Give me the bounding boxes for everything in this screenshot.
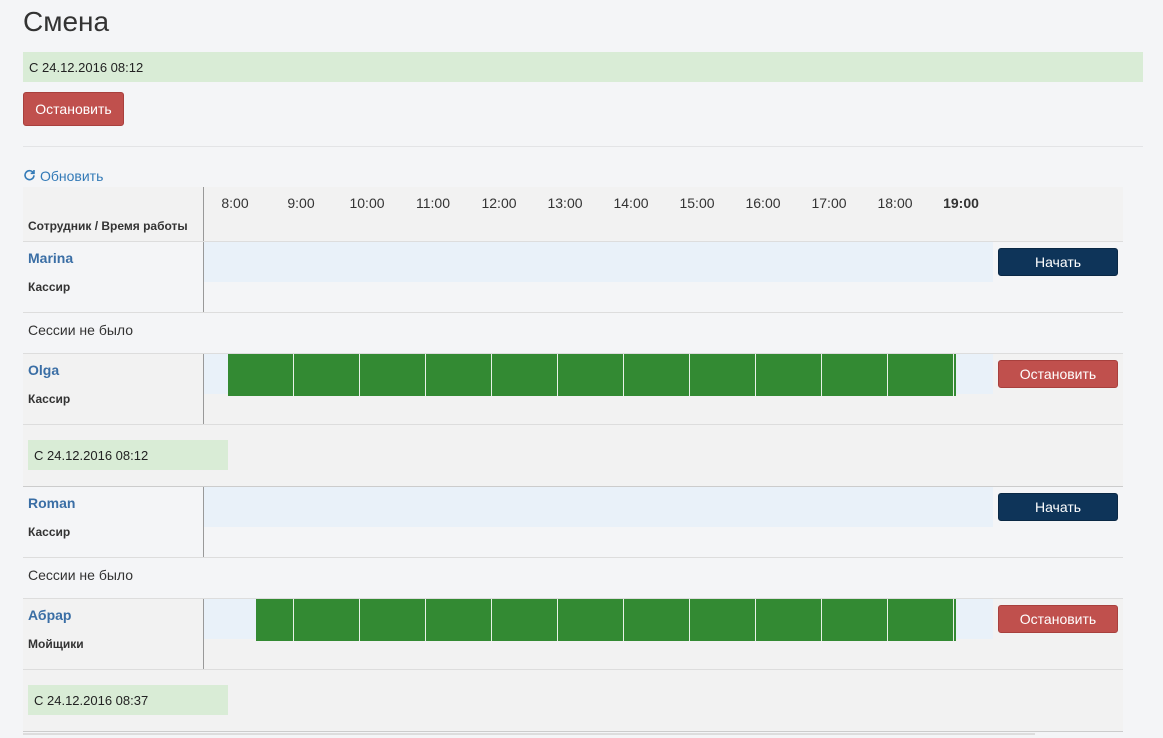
session-hour-segment [624,354,690,396]
stop-shift-button[interactable]: Остановить [23,92,124,126]
staff-timeline-grid: Сотрудник / Время работы 8:00 9:00 10:00 11… [23,187,1123,732]
session-info-row: С 24.12.2016 08:12 [23,425,1123,487]
employee-row: Marina Кассир Начать [23,242,1123,313]
hour-label: 8:00 [221,195,249,211]
stop-session-button[interactable]: Остановить [998,360,1118,388]
employee-role: Кассир [28,392,71,406]
session-info-row: С 24.12.2016 08:37 [23,670,1123,732]
employee-role: Мойщики [28,637,84,651]
shift-since-banner: С 24.12.2016 08:12 [23,52,1143,82]
refresh-link[interactable]: Обновить [23,168,103,184]
session-since-badge: С 24.12.2016 08:37 [28,685,228,715]
session-hour-segment [888,599,954,641]
column-separator [203,187,204,241]
hour-label: 9:00 [287,195,315,211]
timeline-header: Сотрудник / Время работы 8:00 9:00 10:00 11… [23,187,1123,242]
session-status-row: Сессии не было [23,313,1123,354]
start-session-button[interactable]: Начать [998,248,1118,276]
hour-label: 16:00 [745,195,781,211]
start-session-button[interactable]: Начать [998,493,1118,521]
session-hour-segment [294,354,360,396]
active-session-bar [228,354,957,396]
page-title: Смена [23,6,110,37]
active-session-bar [255,599,957,641]
hour-label: 12:00 [481,195,517,211]
session-hour-segment [360,599,426,641]
session-hour-segment [690,354,756,396]
hour-label: 17:00 [811,195,847,211]
session-hour-segment [954,599,956,641]
session-hour-segment [954,354,956,396]
employee-role: Кассир [28,525,71,539]
no-session-text: Сессии не было [28,567,134,583]
hour-label: 11:00 [416,195,450,211]
session-hour-segment [360,354,426,396]
employee-name[interactable]: Roman [28,495,75,511]
session-hour-segment [756,599,822,641]
session-hour-segment [822,599,888,641]
stop-session-button[interactable]: Остановить [998,605,1118,633]
session-hour-segment [624,599,690,641]
hour-label: 10:00 [349,195,385,211]
employee-row: Olga Кассир Остановить [23,354,1123,425]
hour-label: 14:00 [613,195,649,211]
hour-label: 15:00 [679,195,715,211]
employee-row: Roman Кассир Начать [23,487,1123,558]
employee-name[interactable]: Абрар [28,607,71,623]
session-hour-segment [492,354,558,396]
no-session-text: Сессии не было [28,322,134,338]
timeline-track [204,242,993,282]
header-label: Сотрудник / Время работы [28,219,188,233]
session-hour-segment [228,354,294,396]
employee-name[interactable]: Olga [28,362,59,378]
session-hour-segment [690,599,756,641]
refresh-icon [23,168,36,184]
session-hour-segment [294,599,360,641]
session-hour-segment [256,599,294,641]
session-hour-segment [756,354,822,396]
divider [23,146,1143,147]
hour-label: 19:00 [943,195,979,211]
refresh-label: Обновить [40,168,104,184]
timeline-track [204,487,993,527]
session-hour-segment [822,354,888,396]
employee-name[interactable]: Marina [28,250,73,266]
hour-label: 18:00 [877,195,913,211]
session-hour-segment [558,599,624,641]
session-hour-segment [888,354,954,396]
divider [23,733,1035,735]
session-hour-segment [426,354,492,396]
session-hour-segment [558,354,624,396]
session-status-row: Сессии не было [23,558,1123,599]
employee-row: Абрар Мойщики Остановить [23,599,1123,670]
session-hour-segment [492,599,558,641]
employee-role: Кассир [28,280,71,294]
session-hour-segment [426,599,492,641]
session-since-badge: С 24.12.2016 08:12 [28,440,228,470]
hour-label: 13:00 [547,195,583,211]
